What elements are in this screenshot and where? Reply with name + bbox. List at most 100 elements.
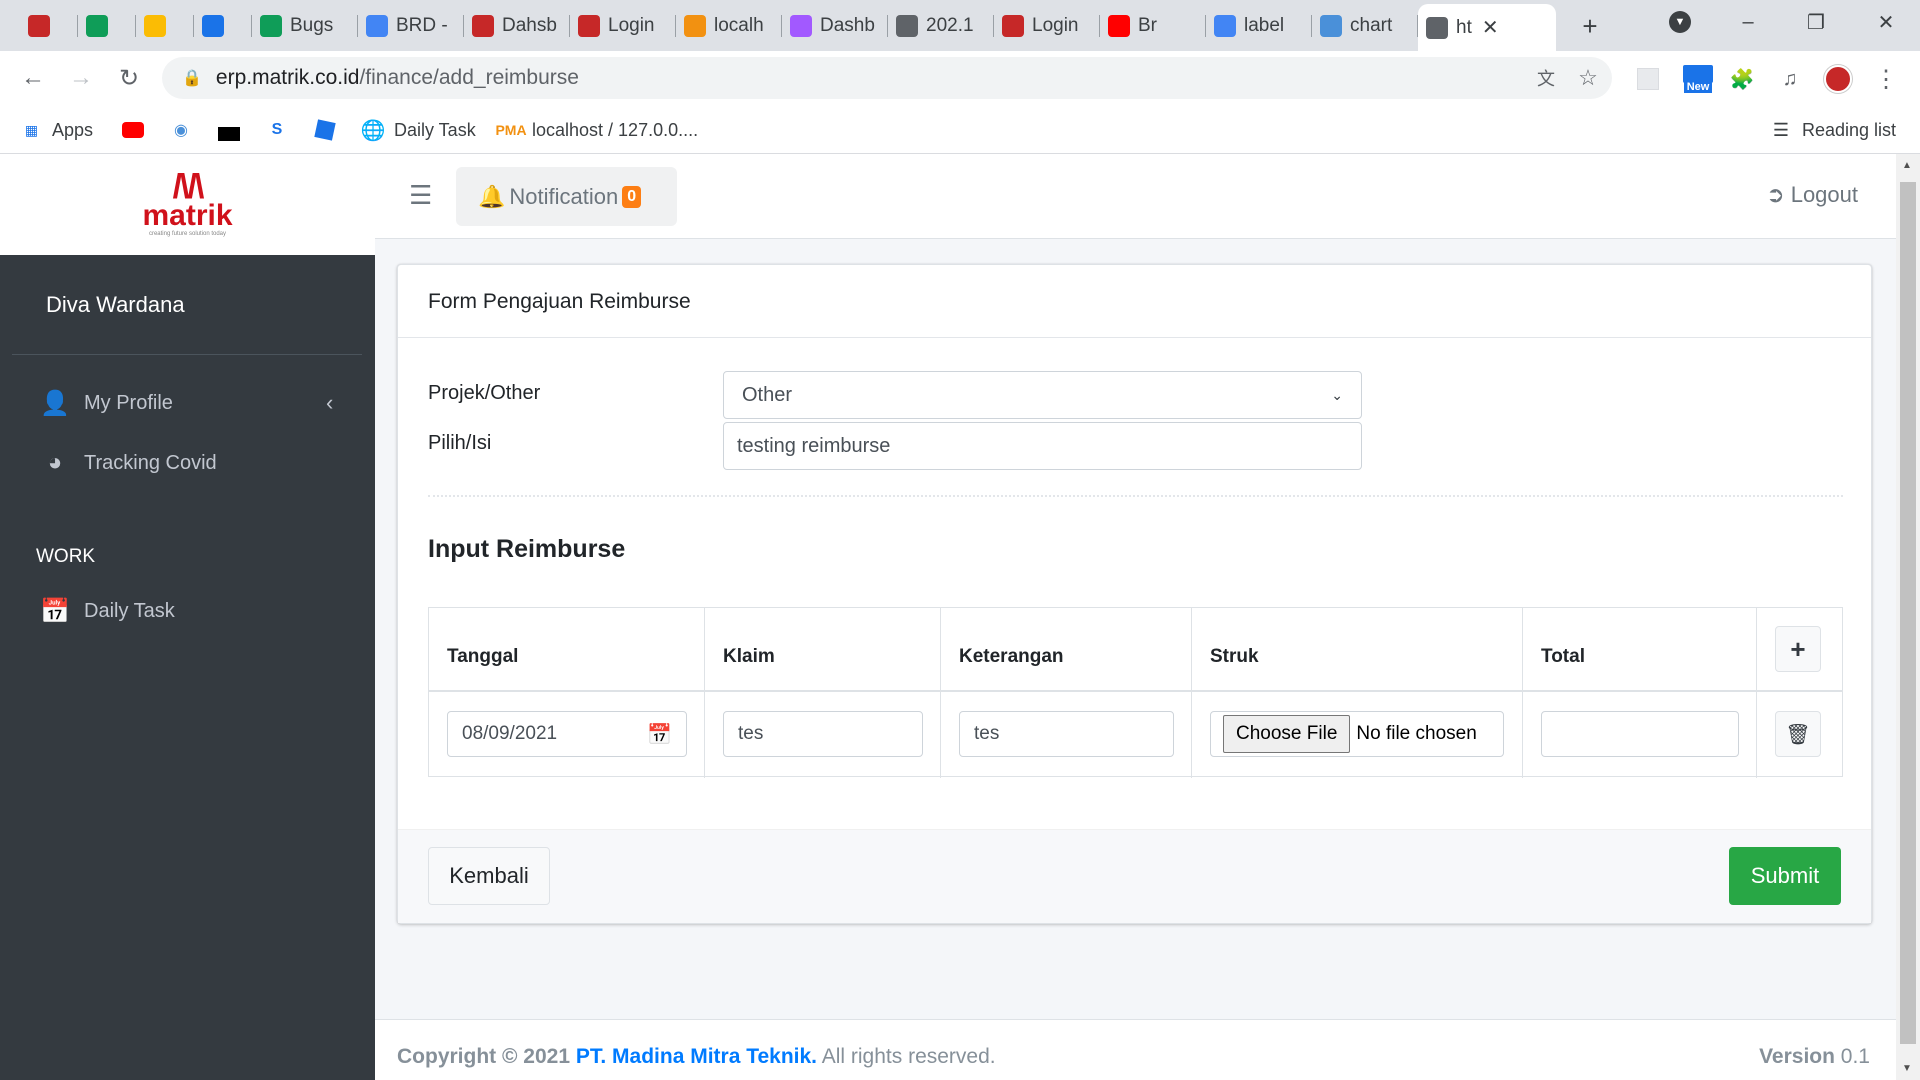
- sidebar-item-tracking-covid[interactable]: ◕ Tracking Covid: [40, 446, 217, 480]
- keterangan-input[interactable]: tes: [959, 711, 1174, 757]
- browser-tab[interactable]: [136, 6, 194, 45]
- browser-tab[interactable]: Br: [1100, 6, 1206, 45]
- bookmark-icon: ◉: [174, 122, 188, 139]
- address-bar[interactable]: 🔒 erp.matrik.co.id/finance/add_reimburse…: [162, 57, 1612, 99]
- restore-icon[interactable]: ❐: [1786, 0, 1846, 44]
- sidebar-item-daily-task[interactable]: 📅 Daily Task: [40, 594, 175, 628]
- bell-icon: 🔔: [478, 183, 506, 209]
- profile-avatar[interactable]: [1824, 65, 1852, 93]
- media-control-icon[interactable]: ♫: [1776, 65, 1804, 93]
- forward-icon[interactable]: →: [64, 61, 98, 95]
- column-header-klaim: Klaim: [705, 608, 941, 692]
- user-name[interactable]: Diva Wardana: [46, 292, 185, 318]
- reimburse-form-card: Form Pengajuan Reimburse Projek/Other Ot…: [397, 264, 1872, 924]
- brand-logo[interactable]: /\/\ matrik creating future solution tod…: [0, 154, 375, 255]
- rights-text: All rights reserved.: [821, 1045, 996, 1068]
- globe-icon: [896, 14, 918, 37]
- sidebar-item-label: My Profile: [84, 391, 173, 414]
- tab-search-icon[interactable]: ▼: [1650, 0, 1710, 44]
- close-tab-icon[interactable]: ✕: [1482, 15, 1499, 40]
- table-cell-action: 🗑: [1757, 692, 1842, 778]
- chart-pie-icon: ◕: [47, 449, 63, 476]
- total-input[interactable]: [1541, 711, 1739, 757]
- notification-button[interactable]: 🔔 Notification 0: [456, 167, 677, 226]
- sheets-icon: [260, 14, 282, 37]
- sidebar-item-my-profile[interactable]: 👤 My Profile: [40, 386, 173, 420]
- drive-icon: [144, 14, 166, 37]
- browser-tab[interactable]: BRD -: [358, 6, 464, 45]
- browser-tab[interactable]: 202.1: [888, 6, 994, 45]
- scroll-up-icon[interactable]: ▲: [1902, 160, 1912, 171]
- bookmark-icon: [314, 119, 336, 141]
- bookmark-localhost[interactable]: PMA localhost / 127.0.0....: [495, 115, 698, 145]
- reload-icon[interactable]: ↻: [112, 61, 146, 95]
- pilih-input[interactable]: testing reimburse: [723, 422, 1362, 470]
- company-link[interactable]: PT. Madina Mitra Teknik.: [576, 1045, 817, 1068]
- struk-file-input[interactable]: Choose File No file chosen: [1210, 711, 1504, 757]
- hamburger-menu-icon[interactable]: ☰: [409, 180, 432, 211]
- version-info: Version 0.1: [1759, 1045, 1870, 1069]
- browser-tab[interactable]: localh: [676, 6, 782, 45]
- google-icon: [1214, 14, 1236, 37]
- add-row-button[interactable]: +: [1775, 626, 1821, 672]
- scroll-down-icon[interactable]: ▼: [1902, 1063, 1912, 1074]
- choose-file-button[interactable]: Choose File: [1223, 715, 1351, 753]
- table-cell-tanggal: 08/09/2021 📅: [429, 692, 705, 778]
- table-cell-klaim: tes: [705, 692, 941, 778]
- minimize-icon[interactable]: –: [1718, 0, 1778, 44]
- user-icon: 👤: [40, 389, 70, 417]
- back-icon[interactable]: ←: [16, 61, 50, 95]
- browser-tab[interactable]: ht ✕: [1418, 4, 1556, 51]
- calendar-icon[interactable]: 📅: [647, 722, 672, 747]
- browser-tab[interactable]: [78, 6, 136, 45]
- browser-tab[interactable]: Dashb: [782, 6, 888, 45]
- bookmark-star-icon[interactable]: ☆: [1570, 57, 1606, 99]
- apps-grid-icon: ▦: [24, 121, 38, 138]
- submit-button[interactable]: Submit: [1729, 847, 1841, 905]
- column-header-struk: Struk: [1192, 608, 1523, 692]
- matrik-logo-mark: /\/\: [172, 167, 205, 206]
- logout-label: Logout: [1790, 182, 1858, 207]
- bookmark-apps[interactable]: ▦ Apps: [20, 115, 93, 145]
- browser-tab-label: Bugs: [290, 14, 334, 36]
- browser-tab-label: chart: [1350, 14, 1393, 36]
- browser-tab-label: Br: [1138, 14, 1157, 36]
- translate-icon[interactable]: 文: [1528, 57, 1564, 99]
- extension-new-icon[interactable]: New: [1680, 61, 1716, 97]
- tanggal-date-input[interactable]: 08/09/2021 📅: [447, 711, 687, 757]
- bookmark-3[interactable]: [218, 115, 250, 145]
- logout-button[interactable]: ➲ Logout: [1766, 182, 1858, 208]
- browser-tab[interactable]: Login: [570, 6, 676, 45]
- delete-row-button[interactable]: 🗑: [1775, 711, 1821, 757]
- back-button[interactable]: Kembali: [428, 847, 550, 905]
- sidebar: /\/\ matrik creating future solution tod…: [0, 154, 375, 1080]
- browser-tab[interactable]: [20, 6, 78, 45]
- close-window-icon[interactable]: ✕: [1856, 0, 1916, 44]
- tanggal-value: 08/09/2021: [462, 723, 558, 744]
- bookmark-4[interactable]: S: [266, 115, 298, 145]
- extension-icon[interactable]: [1634, 65, 1662, 93]
- new-tab-icon[interactable]: +: [1560, 4, 1620, 48]
- klaim-input[interactable]: tes: [723, 711, 923, 757]
- browser-tab-label: Login: [1032, 14, 1079, 36]
- bookmark-daily-task[interactable]: 🌐 Daily Task: [361, 115, 476, 145]
- browser-tab[interactable]: Dahsb: [464, 6, 570, 45]
- menu-kebab-icon[interactable]: ⋮: [1872, 65, 1900, 93]
- chevron-left-icon[interactable]: ‹: [326, 390, 333, 416]
- reading-list[interactable]: ☰ Reading list: [1770, 115, 1896, 145]
- bookmark-icon: S: [271, 121, 283, 138]
- bookmark-5[interactable]: [314, 115, 346, 145]
- browser-tab[interactable]: label: [1206, 6, 1312, 45]
- bookmark-2[interactable]: ◉: [170, 115, 202, 145]
- projek-select[interactable]: Other ⌄: [723, 371, 1362, 419]
- page-scrollbar[interactable]: ▲ ▼: [1896, 154, 1920, 1080]
- bookmark-youtube[interactable]: [122, 115, 154, 145]
- browser-tab[interactable]: [194, 6, 252, 45]
- extensions-puzzle-icon[interactable]: 🧩: [1728, 65, 1756, 93]
- bookmarks-bar: ▦ Apps ◉ S 🌐 Daily Task PMA localhost / …: [0, 105, 1920, 154]
- scrollbar-thumb[interactable]: [1900, 182, 1916, 1044]
- browser-tab[interactable]: Bugs: [252, 6, 358, 45]
- browser-tab[interactable]: Login: [994, 6, 1100, 45]
- projek-select-value: Other: [742, 383, 793, 406]
- browser-tab[interactable]: chart: [1312, 6, 1418, 45]
